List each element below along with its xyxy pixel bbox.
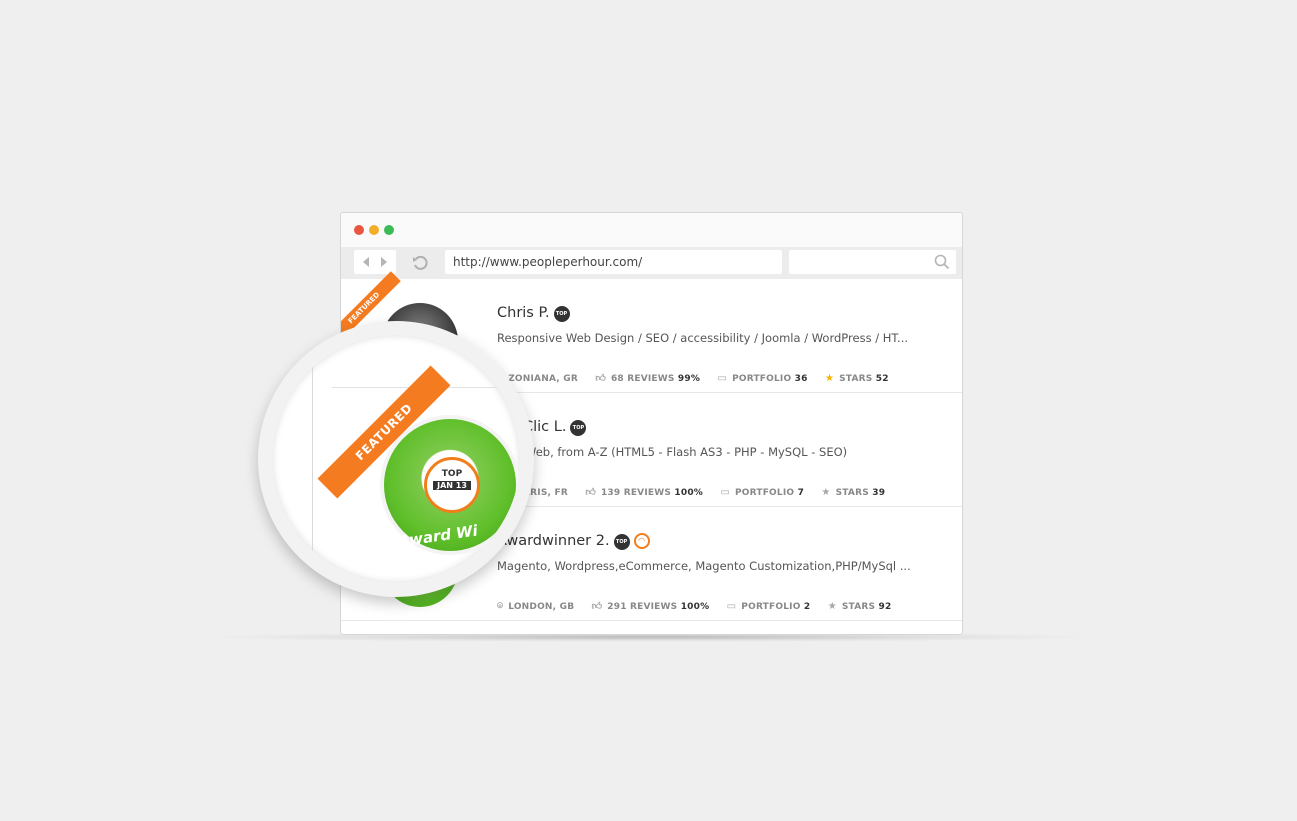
star-icon: ★ [824,373,835,384]
reviews-percent: 100% [680,602,710,612]
freelancer-name[interactable]: Chris P. TOP [497,305,570,322]
reviews-count: 291 REVIEWS [607,602,678,612]
top-badge-icon: TOP [613,534,630,550]
reviews-percent: 99% [677,374,701,384]
portfolio-value: 7 [797,488,805,498]
browser-toolbar: http://www.peopleperhour.com/ [341,247,962,279]
stars-label: STARS [835,488,869,498]
wifi-badge-icon: ◠ [633,533,650,549]
location-text: LONDON, GB [508,602,575,612]
portfolio[interactable]: ▭ PORTFOLIO 7 [720,487,804,498]
name-text[interactable]: Awardwinner 2. [497,533,610,549]
reviews-percent: 100% [674,488,703,498]
briefcase-icon: ▭ [717,373,728,384]
back-arrow-icon[interactable] [363,257,369,267]
freelancer-description: Magento, Wordpress,eCommerce, Magento Cu… [497,559,911,573]
briefcase-icon: ▭ [720,487,730,498]
freelancer-meta: ⌾ LONDON, GB 👍︎ 291 REVIEWS 100% ▭ PORTFOLI… [497,600,905,612]
reviews[interactable]: 👍︎ 291 REVIEWS 100% [592,600,710,612]
top-badge-date: JAN 13 [433,481,471,490]
freelancer-name[interactable]: Clic L. TOP [523,419,587,436]
stars-value: 92 [878,602,892,612]
address-bar[interactable]: http://www.peopleperhour.com/ [445,250,782,274]
star-icon: ★ [821,487,831,498]
stars-value: 39 [872,488,886,498]
freelancer-name[interactable]: Awardwinner 2. TOP ◠ [497,533,650,550]
freelancer-description: Responsive Web Design / SEO / accessibil… [497,331,909,345]
reviews[interactable]: 👍︎ 139 REVIEWS 100% [585,486,703,498]
portfolio-value: 36 [794,374,808,384]
reviews-count: 68 REVIEWS [610,374,675,384]
reviews-count: 139 REVIEWS [600,488,672,498]
stars: ★ STARS 92 [828,601,892,612]
freelancer-meta: ⌾ZONIANA, GR 👍︎68 REVIEWS 99% ▭PORTFOLIO… [497,372,903,384]
maximize-window-dot[interactable] [384,225,394,235]
magnifier-lens: FEATURED TOP JAN 13 Award Wi [258,321,534,597]
freelancer-description: Web, from A-Z (HTML5 - Flash AS3 - PHP -… [525,445,848,459]
award-text: Award Wi [397,521,479,551]
location-text: ZONIANA, GR [508,374,578,384]
close-window-dot[interactable] [354,225,364,235]
top-month-badge-icon: TOP JAN 13 [424,457,480,513]
nav-buttons [354,250,396,274]
portfolio[interactable]: ▭ PORTFOLIO 36 [717,373,807,384]
stars-label: STARS [841,602,876,612]
title-bar [341,213,962,247]
thumbs-up-icon: 👍︎ [591,601,603,612]
portfolio-value: 2 [803,602,811,612]
top-badge-icon: TOP [553,306,570,322]
portfolio-label: PORTFOLIO [735,488,795,498]
portfolio-label: PORTFOLIO [732,374,792,384]
lens-divider-vertical [312,335,313,583]
portfolio-label: PORTFOLIO [741,602,801,612]
top-badge-icon: TOP [570,420,587,436]
location: ⌾ LONDON, GB [497,601,574,612]
search-icon[interactable] [934,254,950,270]
search-field[interactable] [789,250,956,274]
briefcase-icon: ▭ [726,601,737,612]
stars-label: STARS [839,374,873,384]
stars: ★ STARS 39 [821,487,885,498]
stars: ★ STARS 52 [825,373,889,384]
reload-icon[interactable] [411,253,431,273]
minimize-window-dot[interactable] [369,225,379,235]
top-badge-text: TOP [441,469,463,479]
freelancer-meta: ARIS, FR 👍︎ 139 REVIEWS 100% ▭ PORTFOLIO 7… [523,486,899,498]
location-pin-icon: ⌾ [497,601,504,612]
stars-value: 52 [875,374,889,384]
portfolio[interactable]: ▭ PORTFOLIO 2 [727,601,811,612]
avatar-magnified: TOP JAN 13 Award Wi [380,415,520,555]
reviews[interactable]: 👍︎ 68 REVIEWS 99% [595,372,700,384]
forward-arrow-icon[interactable] [381,257,387,267]
star-icon: ★ [827,601,837,612]
thumbs-up-icon: 👍︎ [585,487,596,498]
thumbs-up-icon: 👍︎ [595,373,606,384]
name-text[interactable]: Chris P. [497,305,550,321]
